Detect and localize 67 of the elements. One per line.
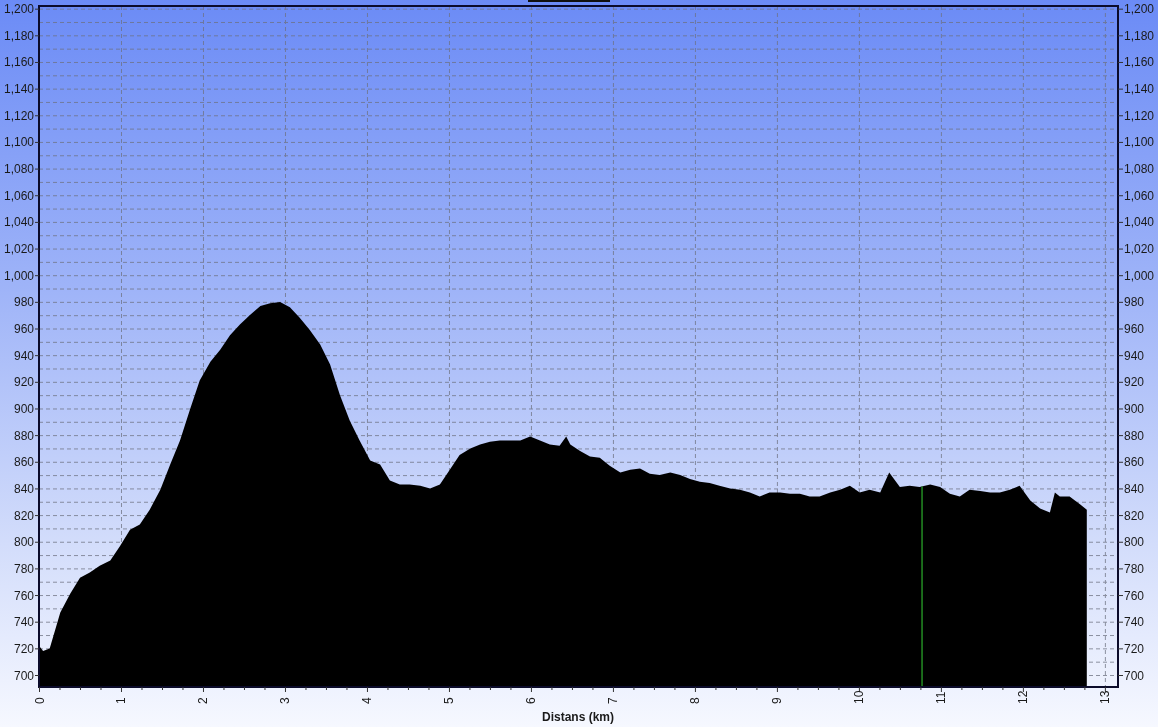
y-tick-label: 1,080 xyxy=(1124,162,1155,177)
x-tick-label: 3 xyxy=(278,697,293,704)
y-tick-label: 760 xyxy=(13,588,34,603)
y-tick-label: 940 xyxy=(1124,348,1145,363)
y-tick-label: 700 xyxy=(1124,668,1145,683)
x-tick-label: 1 xyxy=(114,697,129,704)
x-tick-label: 9 xyxy=(770,697,785,704)
y-tick-label: 880 xyxy=(1124,428,1145,443)
y-tick-label: 1,020 xyxy=(3,242,34,257)
y-tick-label: 1,140 xyxy=(1124,82,1155,97)
y-tick-label: 1,100 xyxy=(3,135,34,150)
y-tick-label: 820 xyxy=(13,508,34,523)
y-tick-label: 760 xyxy=(1124,588,1145,603)
y-tick-label: 940 xyxy=(13,348,34,363)
y-tick-label: 1,000 xyxy=(3,268,34,283)
y-tick-label: 840 xyxy=(13,481,34,496)
y-tick-label: 920 xyxy=(1124,375,1145,390)
y-tick-label: 1,140 xyxy=(3,82,34,97)
x-tick-label: 8 xyxy=(688,697,703,704)
y-tick-label: 1,080 xyxy=(3,162,34,177)
x-tick-label: 0 xyxy=(32,697,47,704)
y-tick-label: 820 xyxy=(1124,508,1145,523)
y-tick-label: 960 xyxy=(13,322,34,336)
y-tick-label: 880 xyxy=(13,428,34,443)
y-tick-label: 1,100 xyxy=(1124,135,1155,150)
y-tick-label: 720 xyxy=(1124,641,1145,656)
y-tick-label: 1,160 xyxy=(3,55,34,70)
x-tick-label: 6 xyxy=(524,697,539,704)
y-tick-label: 840 xyxy=(1124,481,1145,496)
y-tick-label: 1,120 xyxy=(3,108,34,123)
y-tick-label: 1,060 xyxy=(3,188,34,203)
x-tick-label: 2 xyxy=(196,697,211,704)
y-tick-label: 1,180 xyxy=(3,28,34,43)
x-tick-label: 13 xyxy=(1098,690,1113,704)
y-tick-label: 780 xyxy=(1124,561,1145,576)
y-tick-label: 1,060 xyxy=(1124,188,1155,203)
y-tick-label: 1,160 xyxy=(1124,55,1155,70)
x-tick-label: 5 xyxy=(442,697,457,704)
x-tick-label: 11 xyxy=(934,691,949,704)
x-tick-label: 12 xyxy=(1016,690,1031,704)
y-tick-label: 1,180 xyxy=(1124,28,1155,43)
y-tick-label: 960 xyxy=(1124,322,1145,336)
y-tick-label: 1,020 xyxy=(1124,242,1155,257)
x-axis-title: Distans (km) xyxy=(542,710,614,724)
y-tick-label: 1,200 xyxy=(3,2,34,17)
y-tick-label: 720 xyxy=(13,641,34,656)
y-tick-label: 900 xyxy=(13,401,34,416)
y-tick-label: 900 xyxy=(1124,401,1145,416)
y-tick-label: 920 xyxy=(13,375,34,390)
y-tick-label: 1,200 xyxy=(1124,2,1155,17)
y-tick-label: 740 xyxy=(1124,615,1145,630)
y-tick-label: 700 xyxy=(13,668,34,683)
y-tick-label: 780 xyxy=(13,561,34,576)
y-tick-label: 1,040 xyxy=(1124,215,1155,230)
y-tick-label: 1,120 xyxy=(1124,108,1155,123)
x-tick-label: 4 xyxy=(360,697,375,704)
y-tick-label: 740 xyxy=(13,615,34,630)
x-tick-label: 7 xyxy=(606,697,621,704)
x-tick-label: 10 xyxy=(852,690,867,704)
y-tick-label: 980 xyxy=(13,295,34,310)
y-tick-label: 800 xyxy=(1124,535,1145,550)
y-tick-label: 980 xyxy=(1124,295,1145,310)
y-tick-label: 1,040 xyxy=(3,215,34,230)
y-tick-label: 800 xyxy=(13,535,34,550)
y-tick-label: 860 xyxy=(13,455,34,470)
y-tick-label: 1,000 xyxy=(1124,268,1155,283)
y-tick-label: 860 xyxy=(1124,455,1145,470)
